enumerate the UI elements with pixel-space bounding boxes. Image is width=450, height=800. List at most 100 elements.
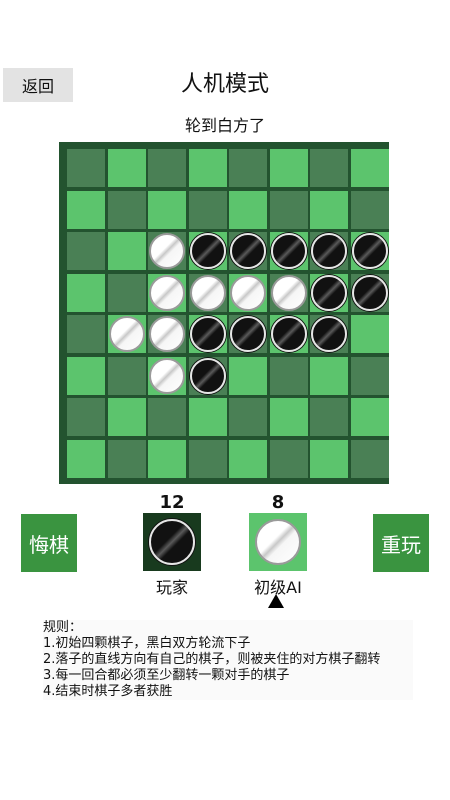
board-cell-r0-c1[interactable] bbox=[107, 149, 146, 187]
black-player-name: 玩家 bbox=[155, 578, 188, 597]
board-cell-r7-c7[interactable] bbox=[350, 439, 389, 478]
board-cell-r4-c7[interactable] bbox=[350, 315, 389, 353]
board-cell-r4-c5[interactable] bbox=[269, 315, 308, 353]
white-piece bbox=[230, 274, 266, 311]
black-player-box bbox=[143, 513, 201, 571]
board-cell-r5-c6[interactable] bbox=[310, 356, 348, 395]
board-cell-r5-c0[interactable] bbox=[67, 356, 105, 395]
rule-item: 3.每一回合都必须至少翻转一颗对手的棋子 bbox=[43, 668, 290, 683]
board-cell-r2-c5[interactable] bbox=[269, 232, 308, 270]
board-cell-r3-c5[interactable] bbox=[269, 273, 308, 312]
board-cell-r5-c3[interactable] bbox=[188, 356, 227, 395]
rule-item: 4.结束时棋子多者获胜 bbox=[43, 684, 173, 699]
white-piece bbox=[149, 233, 185, 269]
board-cell-r2-c2[interactable] bbox=[148, 232, 186, 270]
black-piece-icon bbox=[149, 519, 195, 565]
board-cell-r4-c2[interactable] bbox=[148, 315, 186, 353]
white-piece bbox=[149, 316, 185, 352]
white-piece bbox=[149, 274, 185, 311]
board-cell-r0-c2[interactable] bbox=[148, 149, 186, 187]
board-cell-r5-c5[interactable] bbox=[269, 356, 308, 395]
board-cell-r4-c1[interactable] bbox=[107, 315, 146, 353]
black-piece bbox=[189, 357, 226, 394]
board-cell-r7-c5[interactable] bbox=[269, 439, 308, 478]
board-cell-r1-c6[interactable] bbox=[310, 190, 348, 229]
board-cell-r7-c2[interactable] bbox=[148, 439, 186, 478]
board-cell-r2-c1[interactable] bbox=[107, 232, 146, 270]
board-cell-r3-c2[interactable] bbox=[148, 273, 186, 312]
board-cell-r6-c2[interactable] bbox=[148, 398, 186, 436]
white-piece-icon bbox=[255, 519, 301, 565]
board-cell-r2-c0[interactable] bbox=[67, 232, 105, 270]
board-cell-r3-c4[interactable] bbox=[229, 273, 267, 312]
board-cell-r5-c1[interactable] bbox=[107, 356, 146, 395]
black-piece bbox=[311, 274, 347, 311]
white-piece bbox=[149, 357, 185, 394]
rules-heading: 规则： bbox=[43, 620, 83, 635]
board-cell-r1-c4[interactable] bbox=[229, 190, 267, 229]
board-cell-r1-c2[interactable] bbox=[148, 190, 186, 229]
board-cell-r7-c3[interactable] bbox=[188, 439, 227, 478]
white-player-box bbox=[249, 513, 307, 571]
board-cell-r0-c7[interactable] bbox=[350, 149, 389, 187]
board-cell-r4-c0[interactable] bbox=[67, 315, 105, 353]
board-cell-r4-c6[interactable] bbox=[310, 315, 348, 353]
current-turn-arrow-icon bbox=[268, 594, 284, 608]
board-cell-r6-c1[interactable] bbox=[107, 398, 146, 436]
black-piece bbox=[230, 233, 266, 269]
board-cell-r0-c0[interactable] bbox=[67, 149, 105, 187]
black-piece bbox=[311, 233, 347, 269]
board-cell-r2-c3[interactable] bbox=[188, 232, 227, 270]
rule-item: 1.初始四颗棋子，黑白双方轮流下子 bbox=[43, 636, 251, 651]
board-cell-r1-c0[interactable] bbox=[67, 190, 105, 229]
board-cell-r7-c6[interactable] bbox=[310, 439, 348, 478]
board-cell-r2-c4[interactable] bbox=[229, 232, 267, 270]
board-cell-r6-c5[interactable] bbox=[269, 398, 308, 436]
board-cell-r6-c7[interactable] bbox=[350, 398, 389, 436]
board-cell-r6-c6[interactable] bbox=[310, 398, 348, 436]
black-piece bbox=[230, 316, 266, 352]
board-cell-r3-c6[interactable] bbox=[310, 273, 348, 312]
board-cell-r0-c5[interactable] bbox=[269, 149, 308, 187]
white-piece bbox=[108, 316, 145, 352]
rule-item: 2.落子的直线方向有自己的棋子，则被夹住的对方棋子翻转 bbox=[43, 652, 381, 667]
rules-panel: 规则： 1.初始四颗棋子，黑白双方轮流下子 2.落子的直线方向有自己的棋子，则被… bbox=[43, 620, 413, 700]
board-cell-r4-c4[interactable] bbox=[229, 315, 267, 353]
black-piece bbox=[351, 233, 388, 269]
board-cell-r0-c4[interactable] bbox=[229, 149, 267, 187]
board-cell-r4-c3[interactable] bbox=[188, 315, 227, 353]
white-piece bbox=[189, 274, 226, 311]
board-cell-r1-c7[interactable] bbox=[350, 190, 389, 229]
board-cell-r2-c7[interactable] bbox=[350, 232, 389, 270]
board-cell-r3-c1[interactable] bbox=[107, 273, 146, 312]
board-cell-r2-c6[interactable] bbox=[310, 232, 348, 270]
board-cell-r0-c6[interactable] bbox=[310, 149, 348, 187]
board-cell-r5-c2[interactable] bbox=[148, 356, 186, 395]
game-board bbox=[59, 142, 389, 484]
board-cell-r3-c0[interactable] bbox=[67, 273, 105, 312]
black-score: 12 bbox=[159, 492, 185, 513]
board-cell-r7-c1[interactable] bbox=[107, 439, 146, 478]
board-cell-r1-c3[interactable] bbox=[188, 190, 227, 229]
board-cell-r3-c7[interactable] bbox=[350, 273, 389, 312]
board-cell-r7-c0[interactable] bbox=[67, 439, 105, 478]
board-cell-r7-c4[interactable] bbox=[229, 439, 267, 478]
black-piece bbox=[189, 316, 226, 352]
board-cell-r3-c3[interactable] bbox=[188, 273, 227, 312]
board-cell-r6-c4[interactable] bbox=[229, 398, 267, 436]
black-piece bbox=[270, 316, 307, 352]
board-cell-r1-c5[interactable] bbox=[269, 190, 308, 229]
board-cell-r5-c4[interactable] bbox=[229, 356, 267, 395]
board-cell-r5-c7[interactable] bbox=[350, 356, 389, 395]
board-cell-r0-c3[interactable] bbox=[188, 149, 227, 187]
board-cell-r6-c0[interactable] bbox=[67, 398, 105, 436]
black-piece bbox=[189, 233, 226, 269]
page-title: 人机模式 bbox=[180, 72, 269, 97]
restart-button[interactable]: 重玩 bbox=[373, 514, 429, 572]
black-piece bbox=[311, 316, 347, 352]
undo-button[interactable]: 悔棋 bbox=[21, 514, 77, 572]
board-cell-r1-c1[interactable] bbox=[107, 190, 146, 229]
board-cell-r6-c3[interactable] bbox=[188, 398, 227, 436]
turn-indicator-text: 轮到白方了 bbox=[184, 116, 265, 135]
black-piece bbox=[351, 274, 388, 311]
